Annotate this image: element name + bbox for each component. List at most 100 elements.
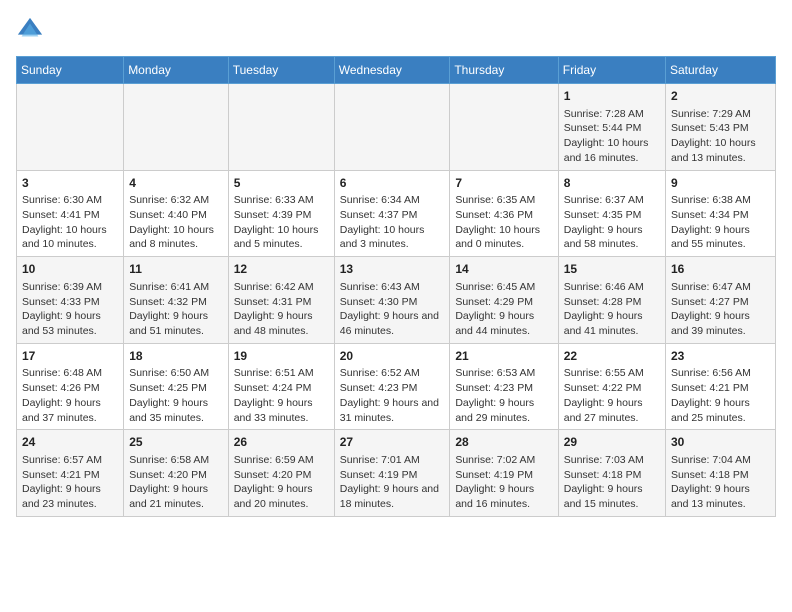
day-number: 16 — [671, 261, 770, 278]
calendar-cell: 4Sunrise: 6:32 AMSunset: 4:40 PMDaylight… — [124, 170, 229, 257]
day-info: Sunrise: 6:56 AMSunset: 4:21 PMDaylight:… — [671, 366, 770, 425]
calendar-cell: 6Sunrise: 6:34 AMSunset: 4:37 PMDaylight… — [334, 170, 450, 257]
day-number: 15 — [564, 261, 660, 278]
page-header — [16, 16, 776, 44]
day-number: 13 — [340, 261, 445, 278]
day-number: 14 — [455, 261, 552, 278]
calendar-week-3: 10 Sunrise: 6:39 AMSunset: 4:33 PMDayligh… — [17, 257, 776, 344]
day-number: 5 — [234, 175, 329, 192]
header-day-tuesday: Tuesday — [228, 57, 334, 84]
day-info: Sunrise: 7:04 AMSunset: 4:18 PMDaylight:… — [671, 453, 770, 512]
calendar-cell: 5Sunrise: 6:33 AMSunset: 4:39 PMDaylight… — [228, 170, 334, 257]
day-info: Sunrise: 6:30 AMSunset: 4:41 PMDaylight:… — [22, 193, 118, 252]
day-number: 29 — [564, 434, 660, 451]
calendar-cell: 19Sunrise: 6:51 AMSunset: 4:24 PMDayligh… — [228, 343, 334, 430]
calendar-cell — [450, 84, 558, 171]
calendar-cell: 18Sunrise: 6:50 AMSunset: 4:25 PMDayligh… — [124, 343, 229, 430]
calendar-cell: 28Sunrise: 7:02 AMSunset: 4:19 PMDayligh… — [450, 430, 558, 517]
day-info: Sunrise: 6:58 AMSunset: 4:20 PMDaylight:… — [129, 453, 223, 512]
day-number: 27 — [340, 434, 445, 451]
calendar-cell: 30Sunrise: 7:04 AMSunset: 4:18 PMDayligh… — [665, 430, 775, 517]
day-number: 3 — [22, 175, 118, 192]
header-day-thursday: Thursday — [450, 57, 558, 84]
calendar-cell: 22Sunrise: 6:55 AMSunset: 4:22 PMDayligh… — [558, 343, 665, 430]
calendar-cell: 27Sunrise: 7:01 AMSunset: 4:19 PMDayligh… — [334, 430, 450, 517]
day-number: 24 — [22, 434, 118, 451]
day-info: Sunrise: 6:34 AMSunset: 4:37 PMDaylight:… — [340, 193, 445, 252]
calendar-cell: 13 Sunrise: 6:43 AMSunset: 4:30 PMDayligh… — [334, 257, 450, 344]
calendar-week-2: 3Sunrise: 6:30 AMSunset: 4:41 PMDaylight… — [17, 170, 776, 257]
day-number: 19 — [234, 348, 329, 365]
calendar-cell: 7Sunrise: 6:35 AMSunset: 4:36 PMDaylight… — [450, 170, 558, 257]
day-info: Sunrise: 6:33 AMSunset: 4:39 PMDaylight:… — [234, 193, 329, 252]
day-number: 8 — [564, 175, 660, 192]
day-number: 1 — [564, 88, 660, 105]
calendar-body: 1 Sunrise: 7:28 AMSunset: 5:44 PMDaylight… — [17, 84, 776, 517]
day-info: Sunrise: 6:42 AMSunset: 4:31 PMDaylight:… — [234, 280, 329, 339]
calendar-cell: 2 Sunrise: 7:29 AMSunset: 5:43 PMDaylight… — [665, 84, 775, 171]
day-number: 21 — [455, 348, 552, 365]
day-number: 6 — [340, 175, 445, 192]
calendar-cell: 11 Sunrise: 6:41 AMSunset: 4:32 PMDayligh… — [124, 257, 229, 344]
day-number: 28 — [455, 434, 552, 451]
calendar-cell: 8Sunrise: 6:37 AMSunset: 4:35 PMDaylight… — [558, 170, 665, 257]
calendar-cell: 20Sunrise: 6:52 AMSunset: 4:23 PMDayligh… — [334, 343, 450, 430]
day-number: 2 — [671, 88, 770, 105]
day-info: Sunrise: 6:38 AMSunset: 4:34 PMDaylight:… — [671, 193, 770, 252]
calendar-cell: 23Sunrise: 6:56 AMSunset: 4:21 PMDayligh… — [665, 343, 775, 430]
calendar-cell: 10 Sunrise: 6:39 AMSunset: 4:33 PMDayligh… — [17, 257, 124, 344]
calendar-cell: 25 Sunrise: 6:58 AMSunset: 4:20 PMDayligh… — [124, 430, 229, 517]
day-info: Sunrise: 6:48 AMSunset: 4:26 PMDaylight:… — [22, 366, 118, 425]
calendar-week-5: 24Sunrise: 6:57 AMSunset: 4:21 PMDayligh… — [17, 430, 776, 517]
calendar-cell: 16 Sunrise: 6:47 AMSunset: 4:27 PMDayligh… — [665, 257, 775, 344]
calendar-cell: 26 Sunrise: 6:59 AMSunset: 4:20 PMDayligh… — [228, 430, 334, 517]
day-number: 22 — [564, 348, 660, 365]
calendar-cell: 17Sunrise: 6:48 AMSunset: 4:26 PMDayligh… — [17, 343, 124, 430]
day-info: Sunrise: 6:47 AMSunset: 4:27 PMDaylight:… — [671, 280, 770, 339]
calendar-cell: 15Sunrise: 6:46 AMSunset: 4:28 PMDayligh… — [558, 257, 665, 344]
day-number: 9 — [671, 175, 770, 192]
day-info: Sunrise: 6:39 AMSunset: 4:33 PMDaylight:… — [22, 280, 118, 339]
day-number: 12 — [234, 261, 329, 278]
day-info: Sunrise: 7:28 AMSunset: 5:44 PMDaylight:… — [564, 107, 660, 166]
day-info: Sunrise: 7:03 AMSunset: 4:18 PMDaylight:… — [564, 453, 660, 512]
day-number: 18 — [129, 348, 223, 365]
logo — [16, 16, 48, 44]
day-number: 26 — [234, 434, 329, 451]
day-number: 23 — [671, 348, 770, 365]
calendar-cell: 1 Sunrise: 7:28 AMSunset: 5:44 PMDaylight… — [558, 84, 665, 171]
calendar-cell — [228, 84, 334, 171]
day-info: Sunrise: 6:51 AMSunset: 4:24 PMDaylight:… — [234, 366, 329, 425]
day-info: Sunrise: 6:41 AMSunset: 4:32 PMDaylight:… — [129, 280, 223, 339]
day-number: 20 — [340, 348, 445, 365]
day-number: 10 — [22, 261, 118, 278]
day-number: 11 — [129, 261, 223, 278]
calendar-cell: 9Sunrise: 6:38 AMSunset: 4:34 PMDaylight… — [665, 170, 775, 257]
calendar-week-1: 1 Sunrise: 7:28 AMSunset: 5:44 PMDaylight… — [17, 84, 776, 171]
calendar-header: SundayMondayTuesdayWednesdayThursdayFrid… — [17, 57, 776, 84]
header-day-sunday: Sunday — [17, 57, 124, 84]
day-info: Sunrise: 6:55 AMSunset: 4:22 PMDaylight:… — [564, 366, 660, 425]
day-info: Sunrise: 6:45 AMSunset: 4:29 PMDaylight:… — [455, 280, 552, 339]
calendar-table: SundayMondayTuesdayWednesdayThursdayFrid… — [16, 56, 776, 517]
calendar-cell: 14 Sunrise: 6:45 AMSunset: 4:29 PMDayligh… — [450, 257, 558, 344]
header-row: SundayMondayTuesdayWednesdayThursdayFrid… — [17, 57, 776, 84]
day-info: Sunrise: 6:43 AMSunset: 4:30 PMDaylight:… — [340, 280, 445, 339]
header-day-saturday: Saturday — [665, 57, 775, 84]
header-day-friday: Friday — [558, 57, 665, 84]
day-number: 4 — [129, 175, 223, 192]
day-info: Sunrise: 6:32 AMSunset: 4:40 PMDaylight:… — [129, 193, 223, 252]
header-day-wednesday: Wednesday — [334, 57, 450, 84]
calendar-week-4: 17Sunrise: 6:48 AMSunset: 4:26 PMDayligh… — [17, 343, 776, 430]
day-info: Sunrise: 7:29 AMSunset: 5:43 PMDaylight:… — [671, 107, 770, 166]
calendar-cell — [124, 84, 229, 171]
day-info: Sunrise: 6:35 AMSunset: 4:36 PMDaylight:… — [455, 193, 552, 252]
header-day-monday: Monday — [124, 57, 229, 84]
day-number: 25 — [129, 434, 223, 451]
calendar-cell: 3Sunrise: 6:30 AMSunset: 4:41 PMDaylight… — [17, 170, 124, 257]
calendar-cell — [17, 84, 124, 171]
day-info: Sunrise: 6:59 AMSunset: 4:20 PMDaylight:… — [234, 453, 329, 512]
calendar-cell: 29 Sunrise: 7:03 AMSunset: 4:18 PMDayligh… — [558, 430, 665, 517]
day-info: Sunrise: 6:50 AMSunset: 4:25 PMDaylight:… — [129, 366, 223, 425]
calendar-cell: 12 Sunrise: 6:42 AMSunset: 4:31 PMDayligh… — [228, 257, 334, 344]
